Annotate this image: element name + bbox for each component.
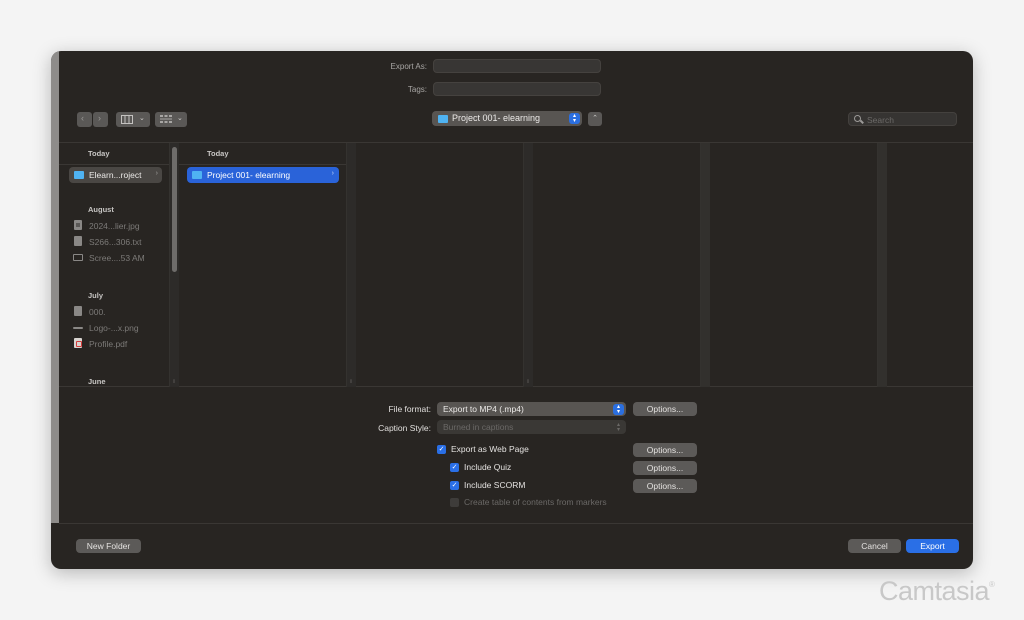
section-header-today: Today [88, 149, 110, 158]
header-divider [179, 164, 346, 165]
sidebar-scrollbar[interactable]: ॥ [169, 143, 179, 387]
folder-icon [438, 115, 448, 123]
camtasia-watermark: Camtasia® [879, 576, 995, 607]
sidebar-item-label: 000. [89, 307, 106, 317]
search-input[interactable]: Search [848, 112, 957, 126]
expand-collapse-button[interactable]: ⌃ [588, 112, 602, 126]
tags-field[interactable] [433, 82, 601, 96]
checkmark-icon: ✓ [451, 464, 458, 471]
up-down-stepper-icon: ▴ ▾ [569, 113, 580, 124]
column-item-project-001[interactable]: Project 001- elearning › [187, 167, 339, 183]
export-web-page-checkbox[interactable]: ✓ [437, 445, 446, 454]
view-mode-button[interactable]: ⌄ [116, 112, 150, 127]
caption-style-value: Burned in captions [443, 421, 514, 432]
search-placeholder: Search [867, 114, 894, 125]
chevron-right-icon: › [331, 170, 334, 177]
pdf-file-icon [74, 338, 82, 348]
columns-view-icon [121, 115, 133, 124]
forward-button[interactable]: › [93, 112, 108, 127]
sidebar-item-label: S266...306.txt [89, 237, 142, 247]
sidebar-item-file[interactable]: Logo-...x.png [69, 320, 162, 336]
location-popup[interactable]: Project 001- elearning ▴ ▾ [432, 111, 582, 126]
file-browser: Today Elearn...roject › August 2024...li… [59, 142, 973, 387]
file-format-label: File format: [388, 404, 431, 414]
column-header-today: Today [207, 149, 229, 158]
column-divider[interactable]: ॥ [523, 143, 533, 387]
checkmark-icon: ✓ [451, 482, 458, 489]
column-resize-handle[interactable]: ॥ [526, 377, 530, 385]
watermark-brand: Camtasia [879, 576, 990, 606]
document-file-icon [74, 306, 82, 316]
sidebar-item-label: Scree....53 AM [89, 253, 145, 263]
scrollbar-thumb[interactable] [172, 147, 177, 272]
location-label: Project 001- elearning [452, 113, 541, 123]
export-web-page-label: Export as Web Page [451, 444, 529, 454]
file-format-value: Export to MP4 (.mp4) [443, 403, 524, 414]
column-divider[interactable]: ॥ [346, 143, 356, 387]
image-file-icon [74, 220, 82, 230]
chevron-right-icon: › [155, 170, 158, 177]
file-format-options-button[interactable]: Options... [633, 402, 697, 416]
export-as-label: Export As: [390, 62, 427, 71]
sidebar-item-label: Elearn...roject [89, 170, 142, 180]
export-as-field[interactable] [433, 59, 601, 73]
sidebar-item-file[interactable]: Scree....53 AM [69, 250, 162, 266]
search-icon [854, 115, 861, 122]
group-button[interactable]: ⌄ [155, 112, 187, 127]
table-of-contents-label: Create table of contents from markers [464, 497, 607, 507]
new-folder-button[interactable]: New Folder [76, 539, 141, 553]
text-file-icon [74, 236, 82, 246]
quiz-options-button[interactable]: Options... [633, 461, 697, 475]
chevron-down-icon: ⌄ [177, 115, 183, 122]
file-format-select[interactable]: Export to MP4 (.mp4) ▴ ▾ [437, 402, 626, 416]
screenshot-file-icon [73, 254, 83, 261]
section-header-august: August [88, 205, 114, 214]
chevron-right-icon: › [98, 113, 101, 123]
chevron-down-icon: ⌄ [139, 115, 145, 122]
sidebar-item-label: Logo-...x.png [89, 323, 139, 333]
sidebar-item-file[interactable]: 000. [69, 304, 162, 320]
caption-style-select[interactable]: Burned in captions ▴ ▾ [437, 420, 626, 434]
column-item-label: Project 001- elearning [207, 170, 291, 180]
sidebar-item-label: Profile.pdf [89, 339, 128, 349]
section-header-june: June [88, 377, 106, 386]
sidebar-item-file[interactable]: 2024...lier.jpg [69, 218, 162, 234]
column-divider[interactable] [877, 143, 887, 387]
up-down-stepper-icon: ▴ ▾ [613, 403, 624, 415]
window-edge [51, 51, 59, 523]
registered-mark: ® [989, 580, 995, 589]
cancel-button[interactable]: Cancel [848, 539, 901, 553]
sidebar-item-label: 2024...lier.jpg [89, 221, 140, 231]
column-divider[interactable] [700, 143, 710, 387]
grid-group-icon [160, 115, 172, 123]
checkmark-icon: ✓ [438, 446, 445, 453]
web-page-options-button[interactable]: Options... [633, 443, 697, 457]
include-scorm-label: Include SCORM [464, 480, 526, 490]
header-divider [59, 164, 172, 165]
sidebar-item-file[interactable]: S266...306.txt [69, 234, 162, 250]
section-header-july: July [88, 291, 104, 300]
tags-label: Tags: [407, 85, 427, 94]
folder-icon [192, 171, 202, 179]
sidebar-item-file[interactable]: Profile.pdf [69, 336, 162, 352]
png-file-icon [73, 327, 83, 329]
caption-style-label: Caption Style: [378, 423, 431, 433]
folder-icon [74, 171, 84, 179]
column-resize-handle[interactable]: ॥ [349, 377, 353, 385]
include-quiz-label: Include Quiz [464, 462, 512, 472]
column-resize-handle[interactable]: ॥ [172, 377, 176, 385]
export-button[interactable]: Export [906, 539, 959, 553]
export-dialog: Export As: Tags: ‹ › ⌄ ⌄ Project 001- el… [51, 51, 973, 569]
chevron-left-icon: ‹ [81, 113, 84, 123]
include-scorm-checkbox[interactable]: ✓ [450, 481, 459, 490]
scorm-options-button[interactable]: Options... [633, 479, 697, 493]
include-quiz-checkbox[interactable]: ✓ [450, 463, 459, 472]
back-button[interactable]: ‹ [77, 112, 92, 127]
chevron-up-icon: ⌃ [592, 115, 598, 122]
sidebar-item-elearning-project[interactable]: Elearn...roject › [69, 167, 162, 183]
footer-divider [59, 523, 973, 524]
table-of-contents-checkbox[interactable] [450, 498, 459, 507]
up-down-stepper-icon: ▴ ▾ [616, 421, 620, 433]
